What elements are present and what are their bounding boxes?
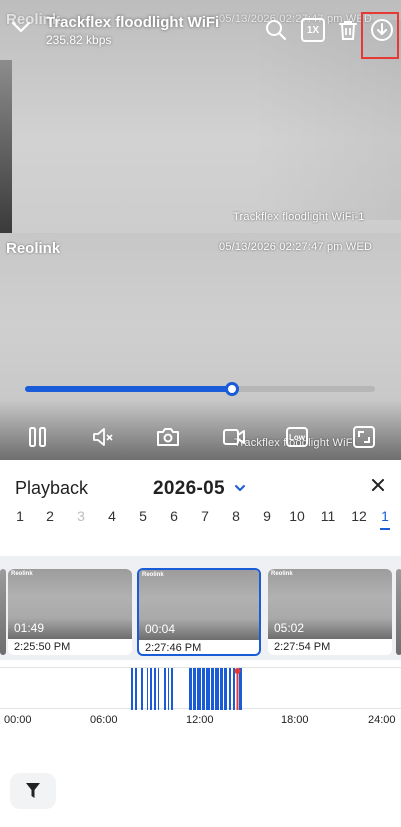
recording-bar bbox=[220, 668, 223, 710]
recording-bar bbox=[189, 668, 192, 710]
recording-bar bbox=[171, 668, 173, 710]
playback-progress-slider[interactable] bbox=[25, 382, 375, 396]
clip-brand: Reolink bbox=[11, 571, 33, 577]
month-item[interactable]: 12 bbox=[347, 508, 371, 524]
month-item[interactable]: 6 bbox=[162, 508, 186, 524]
recording-bar bbox=[131, 668, 133, 710]
search-icon[interactable] bbox=[264, 18, 288, 42]
recording-bar bbox=[164, 668, 166, 710]
video-brand: Reolink bbox=[6, 240, 61, 257]
recording-bar bbox=[233, 668, 235, 710]
video-timestamp: 05/13/2026 02:27:47 pm WED bbox=[219, 241, 373, 253]
recording-bar bbox=[239, 668, 242, 710]
recording-bar bbox=[206, 668, 210, 710]
quality-button[interactable]: Low bbox=[286, 427, 308, 447]
progress-thumb[interactable] bbox=[224, 382, 239, 396]
filter-icon bbox=[26, 783, 40, 798]
clip-brand: Reolink bbox=[142, 572, 164, 578]
trash-icon[interactable] bbox=[336, 18, 360, 42]
recording-bar bbox=[168, 668, 169, 710]
timeline-hour-label: 18:00 bbox=[281, 714, 309, 726]
month-item[interactable]: 1 bbox=[373, 508, 397, 530]
recording-bar bbox=[224, 668, 227, 710]
date-selector[interactable]: 2026-05 bbox=[153, 478, 225, 500]
month-item[interactable]: 11 bbox=[316, 508, 340, 524]
month-item[interactable]: 4 bbox=[100, 508, 124, 524]
clip-edge-left[interactable] bbox=[0, 569, 6, 655]
timeline-hours: 00:00 06:00 12:00 18:00 24:00 bbox=[0, 714, 401, 730]
recording-bar bbox=[197, 668, 201, 710]
camera-snapshot-icon[interactable] bbox=[155, 424, 181, 450]
recording-bar bbox=[158, 668, 159, 710]
clip-time: 2:27:54 PM bbox=[274, 641, 331, 653]
mute-icon[interactable] bbox=[90, 424, 116, 450]
clip-duration: 05:02 bbox=[274, 621, 305, 635]
chevron-down-icon[interactable] bbox=[234, 482, 246, 494]
clip-duration: 01:49 bbox=[14, 621, 45, 635]
timeline-hour-label: 06:00 bbox=[90, 714, 118, 726]
recording-bar bbox=[211, 668, 214, 710]
playback-title: Playback bbox=[15, 478, 89, 498]
timeline-hour-label: 00:00 bbox=[4, 714, 32, 726]
recording-bar bbox=[141, 668, 143, 710]
month-item[interactable]: 10 bbox=[285, 508, 309, 524]
clip-card[interactable]: Reolink 05:02 2:27:54 PM bbox=[268, 569, 392, 655]
timeline-bars bbox=[131, 668, 242, 710]
month-item: 3 bbox=[77, 508, 85, 524]
recording-bar bbox=[229, 668, 231, 710]
bitrate-readout: 235.82 kbps bbox=[46, 33, 112, 47]
month-item[interactable]: 1 bbox=[8, 508, 32, 524]
recording-bar bbox=[150, 668, 152, 710]
clip-edge-right[interactable] bbox=[396, 569, 401, 655]
month-item[interactable]: 5 bbox=[131, 508, 155, 524]
fullscreen-icon[interactable] bbox=[351, 424, 377, 450]
progress-fill bbox=[25, 386, 232, 392]
timeline-hour-label: 24:00 bbox=[368, 714, 396, 726]
recording-bar bbox=[202, 668, 205, 710]
month-item[interactable]: 9 bbox=[255, 508, 279, 524]
recording-bar bbox=[135, 668, 137, 710]
timeline-hour-label: 12:00 bbox=[186, 714, 214, 726]
record-video-icon[interactable] bbox=[221, 424, 247, 450]
month-selector: 1 2 3 4 5 6 7 8 9 10 11 12 1 bbox=[0, 508, 401, 530]
recording-bar bbox=[193, 668, 196, 710]
camera-title: Trackflex floodlight WiFi bbox=[46, 14, 220, 31]
recording-bar bbox=[215, 668, 219, 710]
recording-bar bbox=[154, 668, 156, 710]
recording-bar bbox=[147, 668, 148, 710]
video-frame-bottom bbox=[0, 233, 401, 460]
playback-panel: Playback 2026-05 1 2 3 4 5 6 7 8 9 10 11 12 1 Reolin… bbox=[0, 460, 401, 827]
quality-label: Low bbox=[289, 432, 305, 442]
clip-time: 2:27:46 PM bbox=[145, 642, 202, 654]
timeline[interactable] bbox=[0, 667, 401, 710]
video-camera-name-top: Trackflex floodlight WiFi-1 bbox=[233, 211, 365, 223]
clip-time: 2:25:50 PM bbox=[14, 641, 71, 653]
clip-card[interactable]: Reolink 00:04 2:27:46 PM bbox=[137, 568, 261, 656]
month-item[interactable]: 8 bbox=[224, 508, 248, 524]
pause-icon[interactable] bbox=[25, 424, 51, 450]
chevron-down-icon[interactable] bbox=[10, 16, 32, 38]
playback-speed-button[interactable]: 1X bbox=[301, 18, 325, 42]
download-icon[interactable] bbox=[370, 18, 394, 42]
clip-brand: Reolink bbox=[271, 571, 293, 577]
month-item[interactable]: 7 bbox=[193, 508, 217, 524]
video-player[interactable]: Reolink 05/13/2026 02:27:47 pm WED Track… bbox=[0, 0, 401, 460]
playhead-marker[interactable] bbox=[234, 668, 241, 674]
playback-speed-label: 1X bbox=[306, 24, 320, 36]
clip-card[interactable]: Reolink 01:49 2:25:50 PM bbox=[8, 569, 132, 655]
filter-button[interactable] bbox=[10, 773, 56, 809]
close-icon[interactable] bbox=[369, 476, 387, 494]
month-item[interactable]: 2 bbox=[38, 508, 62, 524]
clip-duration: 00:04 bbox=[145, 622, 176, 636]
